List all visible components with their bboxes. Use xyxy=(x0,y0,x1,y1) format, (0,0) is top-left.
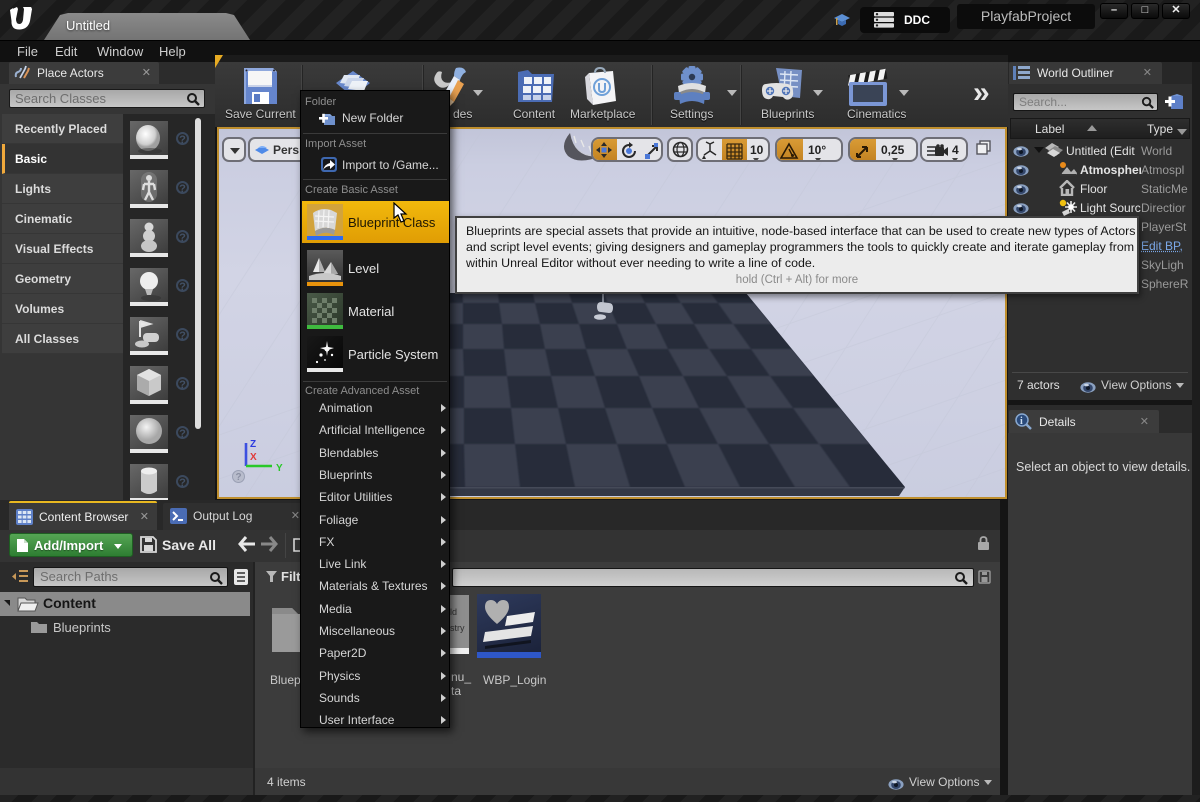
svg-text:Z: Z xyxy=(250,439,256,450)
svg-text:Y: Y xyxy=(276,463,283,474)
svg-text:X: X xyxy=(250,452,257,463)
svg-text:i: i xyxy=(1020,416,1023,427)
